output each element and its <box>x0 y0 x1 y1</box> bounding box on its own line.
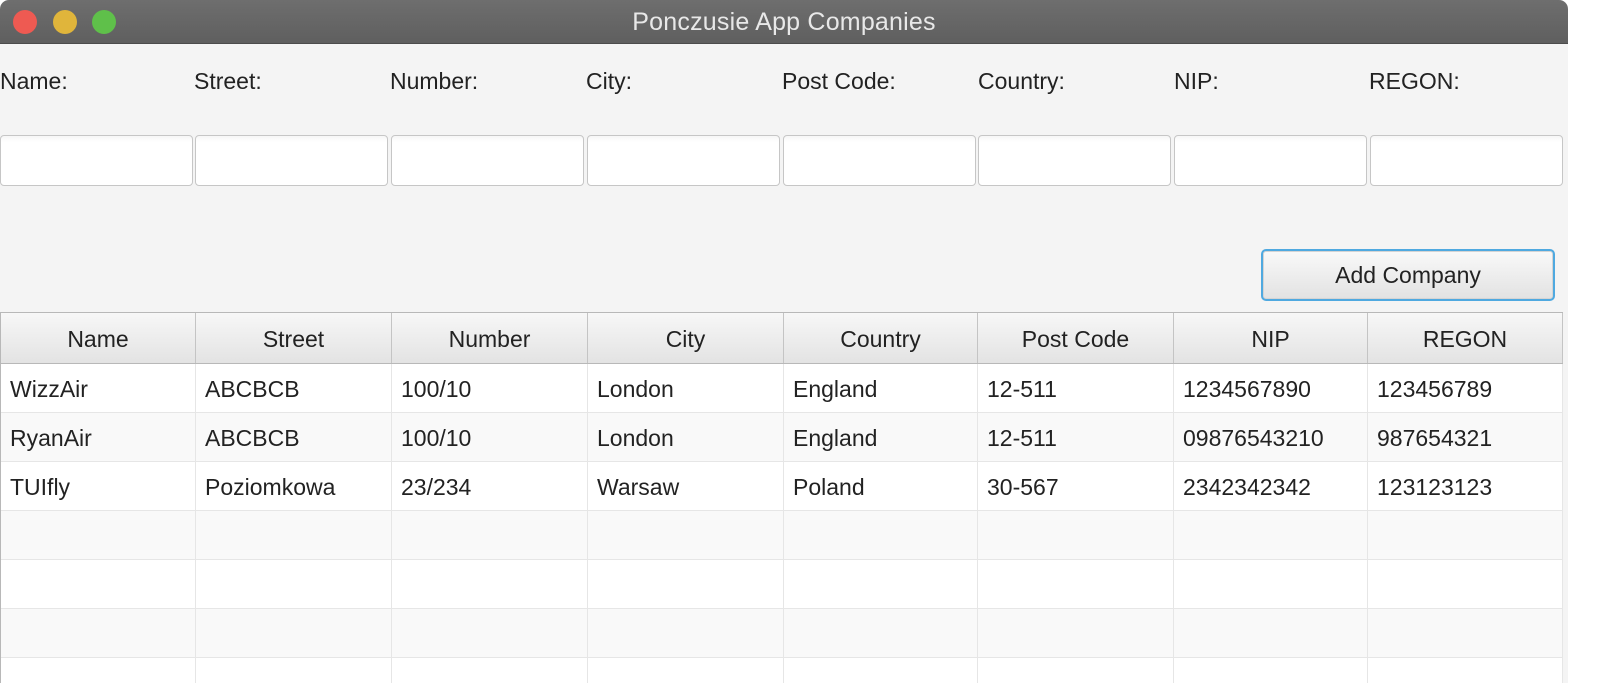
table-cell: Warsaw <box>588 462 784 511</box>
name-input[interactable] <box>0 135 193 186</box>
column-header-name[interactable]: Name <box>1 313 196 363</box>
table-cell: 12-511 <box>978 364 1174 413</box>
table-row[interactable]: WizzAir ABCBCB 100/10 London England 12-… <box>1 364 1563 413</box>
city-label: City: <box>586 68 632 94</box>
number-input[interactable] <box>391 135 584 186</box>
name-label: Name: <box>0 68 68 94</box>
nip-label: NIP: <box>1174 68 1219 94</box>
table-cell: ABCBCB <box>196 364 392 413</box>
table-cell: 2342342342 <box>1174 462 1368 511</box>
empty-table-row <box>1 511 1563 560</box>
table-cell: 23/234 <box>392 462 588 511</box>
regon-label: REGON: <box>1369 68 1460 94</box>
table-cell: 123123123 <box>1368 462 1563 511</box>
column-header-number[interactable]: Number <box>392 313 588 363</box>
number-label: Number: <box>390 68 479 94</box>
post-code-label: Post Code: <box>782 68 896 94</box>
country-label: Country: <box>978 68 1065 94</box>
table-cell: 12-511 <box>978 413 1174 462</box>
empty-table-row <box>1 658 1563 683</box>
column-header-city[interactable]: City <box>588 313 784 363</box>
column-header-regon[interactable]: REGON <box>1368 313 1563 363</box>
app-window: Ponczusie App Companies Name: Street: Nu… <box>0 0 1568 683</box>
table-cell: England <box>784 364 978 413</box>
companies-table[interactable]: Name Street Number City Country Post Cod… <box>0 312 1563 683</box>
table-cell: 123456789 <box>1368 364 1563 413</box>
table-cell: London <box>588 364 784 413</box>
column-header-country[interactable]: Country <box>784 313 978 363</box>
column-header-nip[interactable]: NIP <box>1174 313 1368 363</box>
table-cell: WizzAir <box>1 364 196 413</box>
column-header-street[interactable]: Street <box>196 313 392 363</box>
street-label: Street: <box>194 68 262 94</box>
column-header-post-code[interactable]: Post Code <box>978 313 1174 363</box>
empty-table-row <box>1 560 1563 609</box>
empty-table-row <box>1 609 1563 658</box>
title-bar[interactable]: Ponczusie App Companies <box>0 0 1568 44</box>
table-cell: 987654321 <box>1368 413 1563 462</box>
table-cell: 1234567890 <box>1174 364 1368 413</box>
table-cell: London <box>588 413 784 462</box>
regon-input[interactable] <box>1370 135 1563 186</box>
table-cell: 30-567 <box>978 462 1174 511</box>
city-input[interactable] <box>587 135 780 186</box>
table-cell: ABCBCB <box>196 413 392 462</box>
table-row[interactable]: TUIfly Poziomkowa 23/234 Warsaw Poland 3… <box>1 462 1563 511</box>
table-cell: Poziomkowa <box>196 462 392 511</box>
table-cell: 09876543210 <box>1174 413 1368 462</box>
table-header: Name Street Number City Country Post Cod… <box>1 313 1563 364</box>
table-cell: England <box>784 413 978 462</box>
table-cell: RyanAir <box>1 413 196 462</box>
add-company-button[interactable]: Add Company <box>1261 249 1555 301</box>
table-cell: 100/10 <box>392 413 588 462</box>
post-code-input[interactable] <box>783 135 976 186</box>
country-input[interactable] <box>978 135 1171 186</box>
window-title: Ponczusie App Companies <box>632 8 936 36</box>
table-cell: TUIfly <box>1 462 196 511</box>
table-cell: 100/10 <box>392 364 588 413</box>
street-input[interactable] <box>195 135 388 186</box>
table-cell: Poland <box>784 462 978 511</box>
table-row[interactable]: RyanAir ABCBCB 100/10 London England 12-… <box>1 413 1563 462</box>
nip-input[interactable] <box>1174 135 1367 186</box>
